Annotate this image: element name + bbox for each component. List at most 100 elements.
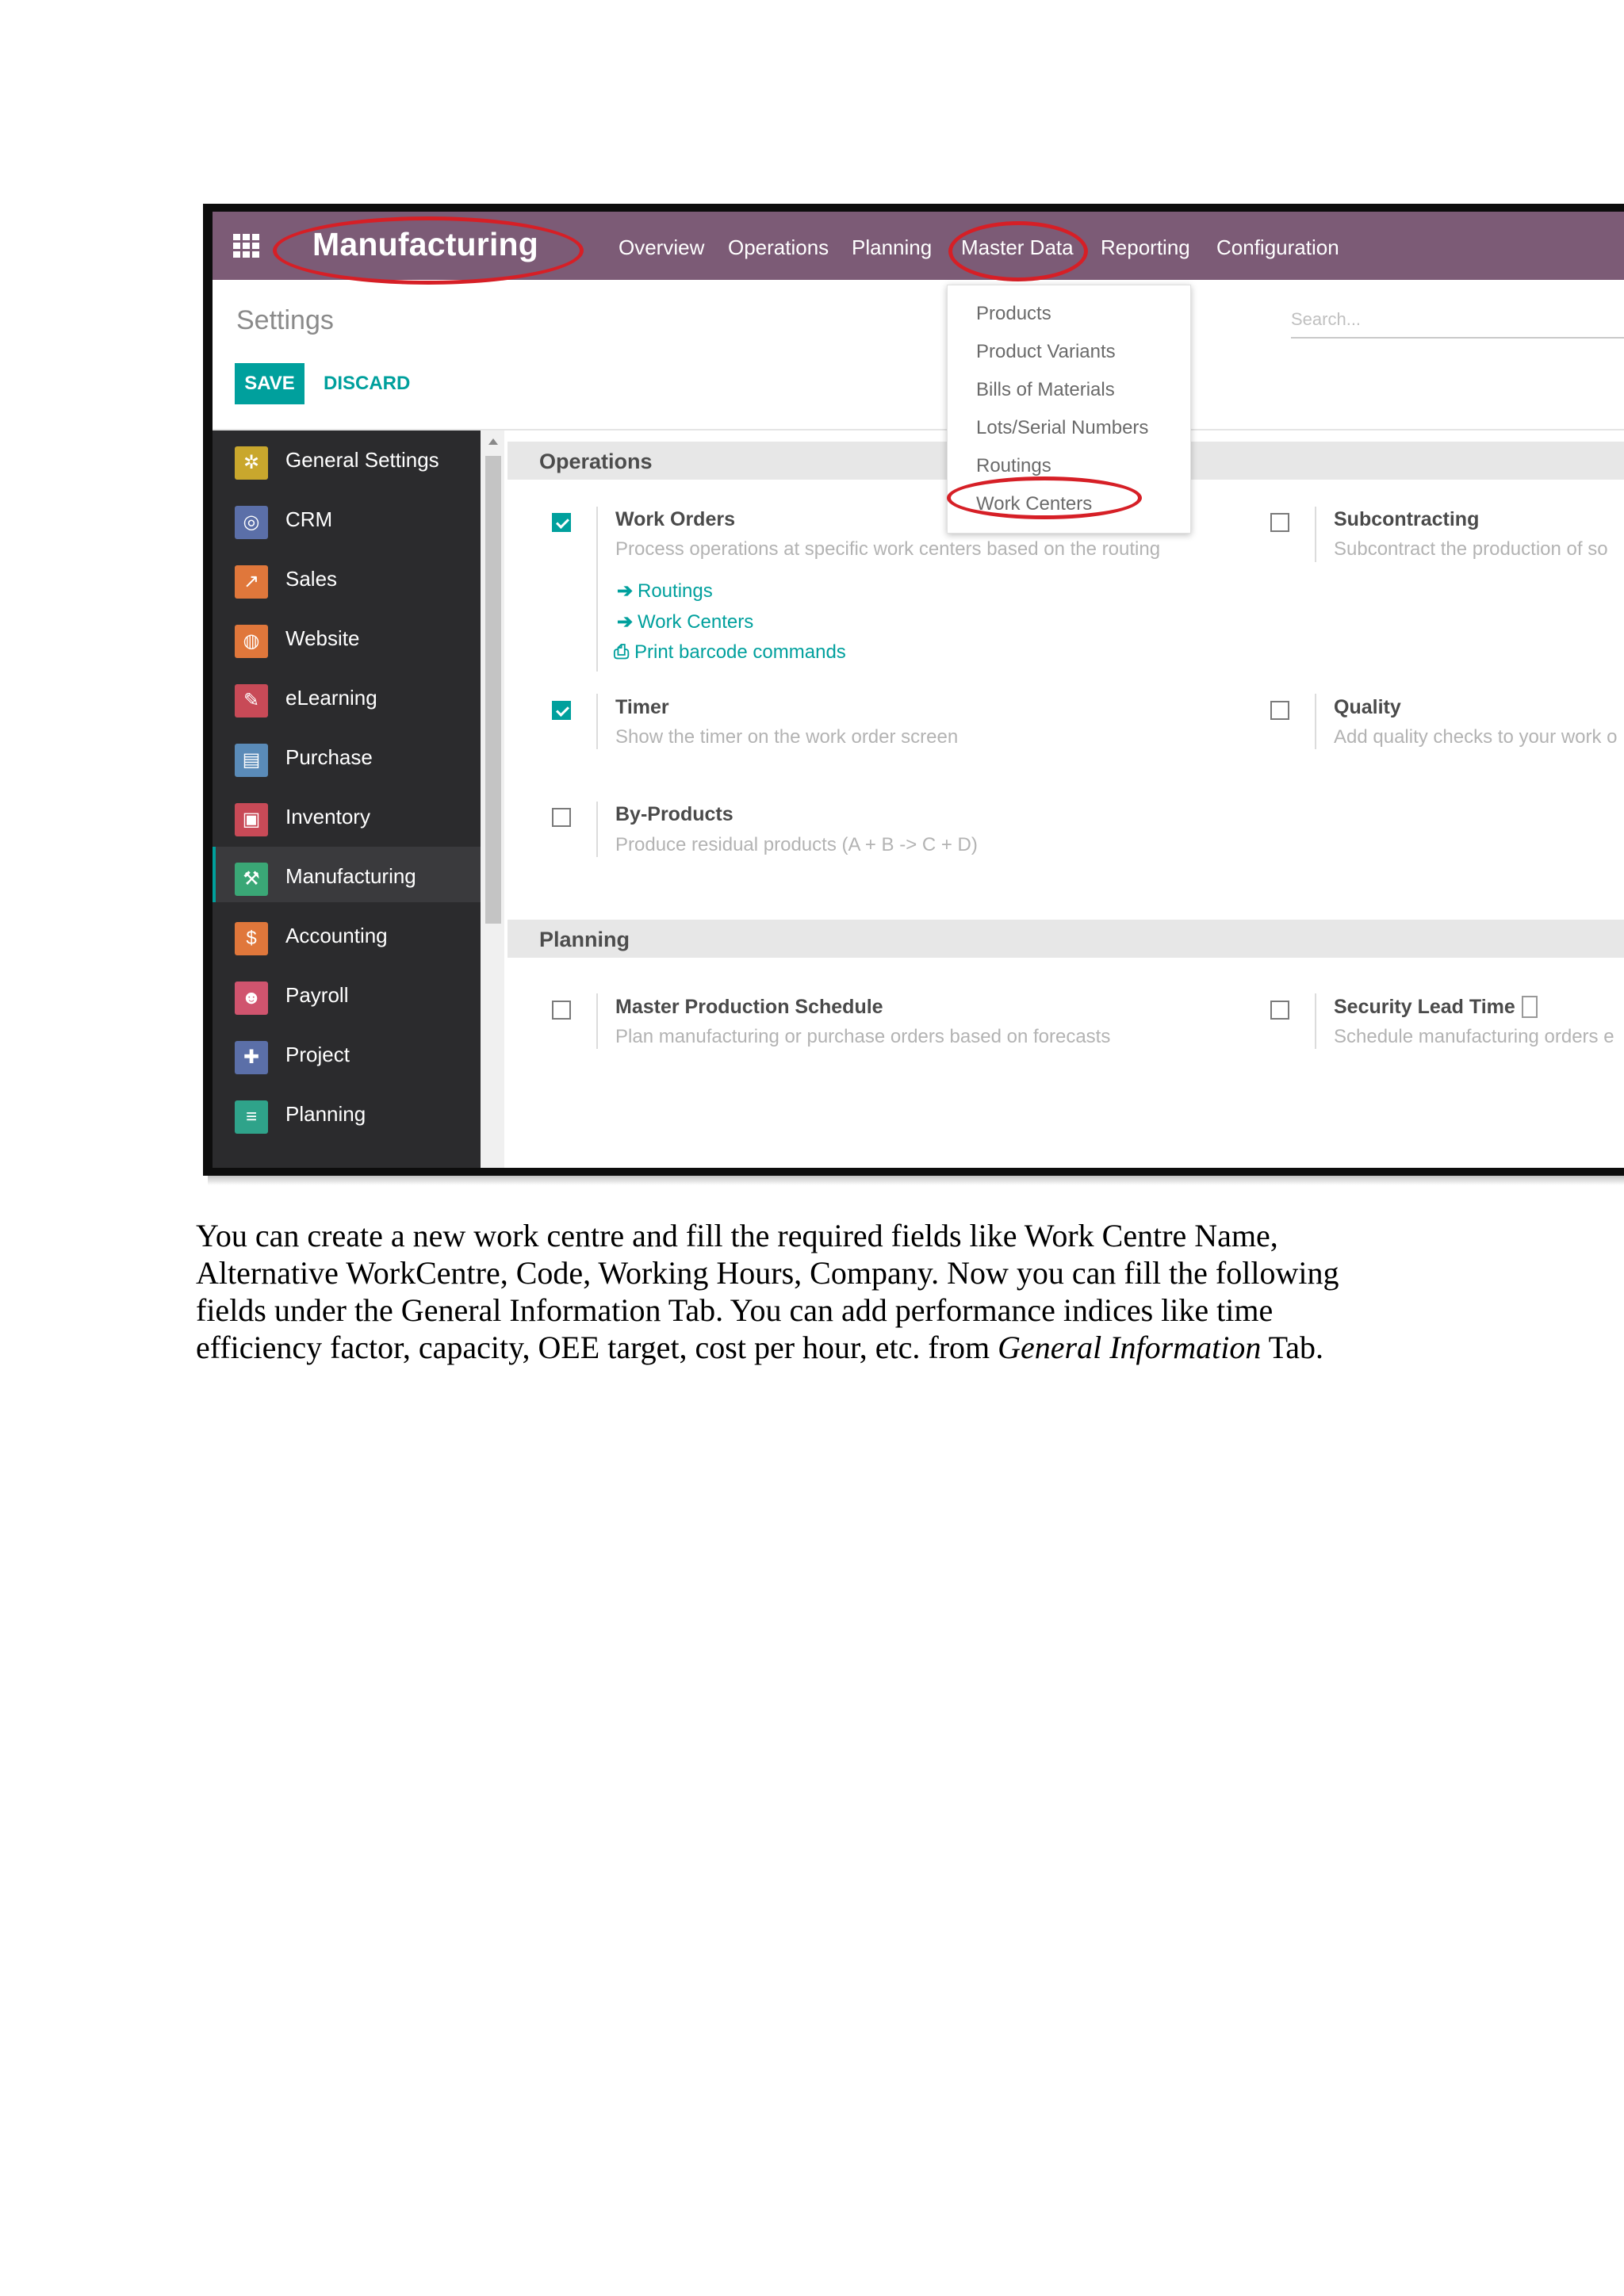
- sidebar-item-website[interactable]: ◍ Website: [213, 609, 481, 664]
- sidebar-item-purchase[interactable]: ▤ Purchase: [213, 728, 481, 783]
- nav-planning[interactable]: Planning: [852, 235, 932, 260]
- highlight-circle-work-centers: [947, 476, 1142, 519]
- option-bar: [596, 993, 598, 1049]
- work-centers-link[interactable]: ➔ Work Centers: [617, 610, 753, 633]
- sidebar-item-inventory[interactable]: ▣ Inventory: [213, 787, 481, 843]
- sidebar-item-label: Sales: [285, 567, 338, 591]
- chart-icon: ↗: [235, 565, 268, 599]
- subcontracting-title: Subcontracting: [1334, 508, 1480, 530]
- sidebar-item-label: CRM: [285, 507, 333, 531]
- accounting-icon: $: [235, 922, 268, 955]
- option-bar: [1315, 694, 1316, 749]
- handshake-icon: ◎: [235, 506, 268, 539]
- sidebar-item-label: Accounting: [285, 924, 388, 947]
- sidebar-item-project[interactable]: ✚ Project: [213, 1025, 481, 1081]
- by-products-desc: Produce residual products (A + B -> C + …: [615, 834, 978, 855]
- emphasis-general-information: General Information: [998, 1330, 1262, 1365]
- sidebar-item-label: Purchase: [285, 745, 373, 769]
- option-bar: [1315, 507, 1316, 562]
- security-lead-time-checkbox[interactable]: [1270, 1001, 1289, 1020]
- body-paragraph: You can create a new work centre and fil…: [196, 1217, 1433, 1366]
- scroll-up-icon[interactable]: [488, 438, 498, 445]
- menu-item-bills-of-materials[interactable]: Bills of Materials: [976, 379, 1115, 401]
- nav-overview[interactable]: Overview: [619, 235, 704, 260]
- mps-desc: Plan manufacturing or purchase orders ba…: [615, 1026, 1111, 1047]
- sidebar-item-elearning[interactable]: ✎ eLearning: [213, 668, 481, 724]
- menu-item-routings[interactable]: Routings: [976, 455, 1051, 477]
- menu-item-products[interactable]: Products: [976, 303, 1051, 325]
- page-title: Settings: [236, 305, 334, 335]
- sidebar-item-label: Project: [285, 1043, 350, 1066]
- gear-icon: ✲: [235, 446, 268, 480]
- sidebar-item-label: General Settings: [285, 448, 439, 472]
- routings-link[interactable]: ➔ Routings: [617, 580, 713, 603]
- box-icon: ▣: [235, 803, 268, 836]
- timer-title: Timer: [615, 696, 669, 718]
- puzzle-icon: ✚: [235, 1041, 268, 1074]
- sidebar-item-label: Planning: [285, 1102, 366, 1126]
- sidebar-item-general-settings[interactable]: ✲ General Settings: [213, 430, 481, 486]
- highlight-circle-app-title: [273, 216, 584, 285]
- sidebar-item-label: Inventory: [285, 805, 370, 828]
- sidebar-item-manufacturing[interactable]: ⚒ Manufacturing: [213, 847, 481, 902]
- discard-button[interactable]: DISCARD: [324, 363, 410, 404]
- sidebar-item-label: Manufacturing: [285, 864, 416, 888]
- work-orders-desc: Process operations at specific work cent…: [615, 538, 1161, 560]
- quality-title: Quality: [1334, 696, 1401, 718]
- settings-sidebar: ✲ General Settings ◎ CRM ↗ Sales ◍ Websi…: [213, 430, 481, 1168]
- sidebar-item-label: Payroll: [285, 983, 349, 1007]
- paragraph-line: fields under the General Information Tab…: [196, 1292, 1274, 1328]
- search-input[interactable]: Search...: [1291, 293, 1624, 339]
- top-navbar: Manufacturing Overview Operations Planni…: [213, 212, 1624, 285]
- timer-checkbox[interactable]: [552, 701, 571, 720]
- menu-item-lots-serial-numbers[interactable]: Lots/Serial Numbers: [976, 417, 1148, 439]
- elearning-icon: ✎: [235, 684, 268, 718]
- quality-checkbox[interactable]: [1270, 701, 1289, 720]
- printer-icon: ⎙: [614, 641, 630, 663]
- timer-desc: Show the timer on the work order screen: [615, 726, 959, 748]
- purchase-icon: ▤: [235, 744, 268, 777]
- sidebar-item-label: eLearning: [285, 686, 377, 710]
- section-planning-header: Planning: [508, 920, 1624, 958]
- sidebar-scrollbar[interactable]: [481, 430, 504, 1168]
- nav-operations[interactable]: Operations: [728, 235, 829, 260]
- sidebar-item-accounting[interactable]: $ Accounting: [213, 906, 481, 962]
- print-barcode-link[interactable]: ⎙ Print barcode commands: [614, 641, 846, 664]
- work-orders-checkbox[interactable]: [552, 513, 571, 532]
- by-products-checkbox[interactable]: [552, 808, 571, 827]
- option-bar: [596, 802, 598, 857]
- scrollbar-thumb[interactable]: [485, 456, 501, 924]
- menu-item-product-variants[interactable]: Product Variants: [976, 341, 1116, 363]
- nav-reporting[interactable]: Reporting: [1101, 235, 1190, 260]
- save-button[interactable]: SAVE: [235, 363, 304, 404]
- security-lead-time-title: Security Lead Time: [1334, 996, 1538, 1019]
- screenshot-frame: Manufacturing Overview Operations Planni…: [203, 204, 1624, 1176]
- section-title: Planning: [539, 928, 630, 951]
- odoo-window: Manufacturing Overview Operations Planni…: [213, 212, 1624, 1168]
- sidebar-item-planning[interactable]: ≡ Planning: [213, 1085, 481, 1140]
- option-bar: [596, 694, 598, 749]
- quality-desc: Add quality checks to your work o: [1334, 726, 1618, 748]
- work-orders-title: Work Orders: [615, 508, 735, 530]
- paragraph-line: You can create a new work centre and fil…: [196, 1218, 1278, 1253]
- planning-icon: ≡: [235, 1100, 268, 1134]
- option-bar: [1315, 993, 1316, 1049]
- nav-configuration[interactable]: Configuration: [1216, 235, 1339, 260]
- mps-title: Master Production Schedule: [615, 996, 883, 1018]
- sidebar-item-crm[interactable]: ◎ CRM: [213, 490, 481, 545]
- section-title: Operations: [539, 450, 653, 473]
- by-products-title: By-Products: [615, 803, 733, 825]
- sidebar-item-payroll[interactable]: ☻ Payroll: [213, 966, 481, 1021]
- sidebar-item-sales[interactable]: ↗ Sales: [213, 549, 481, 605]
- subcontracting-checkbox[interactable]: [1270, 513, 1289, 532]
- option-bar: [596, 507, 598, 672]
- paragraph-line: efficiency factor, capacity, OEE target,…: [196, 1330, 1324, 1365]
- apps-menu-icon[interactable]: [233, 234, 260, 258]
- payroll-icon: ☻: [235, 982, 268, 1015]
- paragraph-line: Alternative WorkCentre, Code, Working Ho…: [196, 1255, 1339, 1291]
- subcontracting-desc: Subcontract the production of so: [1334, 538, 1608, 560]
- highlight-circle-master-data: [948, 221, 1088, 281]
- arrow-right-icon: ➔: [617, 580, 634, 602]
- mps-checkbox[interactable]: [552, 1001, 571, 1020]
- globe-icon: ◍: [235, 625, 268, 658]
